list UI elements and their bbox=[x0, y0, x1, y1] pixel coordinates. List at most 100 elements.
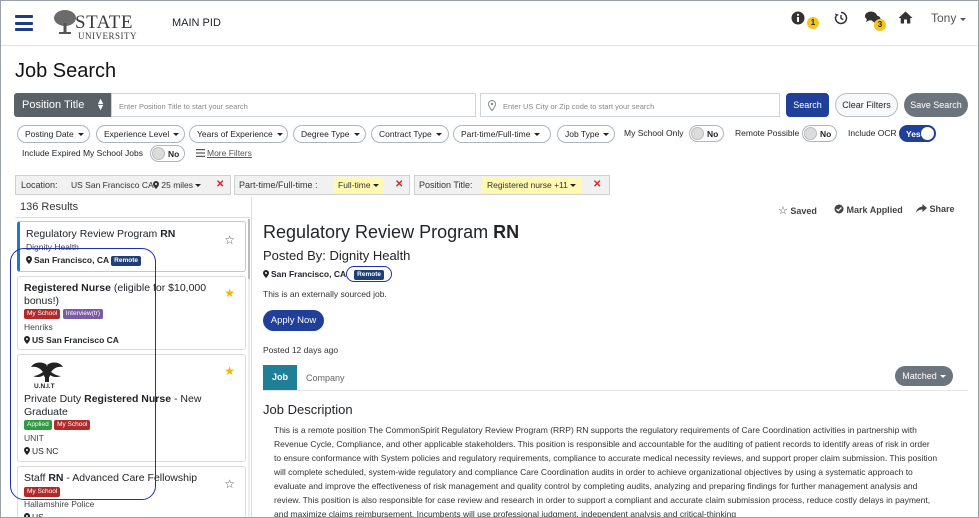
remove-location-filter-icon[interactable]: ✕ bbox=[216, 179, 224, 190]
job-card-location: US bbox=[24, 512, 44, 517]
check-circle-icon bbox=[834, 204, 844, 214]
part-full-time-label: Part-time/Full-time bbox=[461, 129, 531, 139]
unit-company-logo bbox=[31, 362, 63, 382]
hamburger-menu-icon[interactable] bbox=[15, 15, 33, 31]
job-card-company: Dignity Health bbox=[26, 242, 79, 252]
job-card-location: US San Francisco CA bbox=[24, 335, 119, 345]
location-input[interactable]: Enter US City or Zip code to start your … bbox=[480, 93, 780, 117]
home-button[interactable] bbox=[898, 11, 913, 27]
include-ocr-toggle[interactable]: Yes bbox=[899, 125, 936, 142]
posting-date-filter[interactable]: Posting Date bbox=[17, 125, 90, 143]
tab-company[interactable]: Company bbox=[306, 373, 345, 383]
radius-value: 25 miles bbox=[161, 180, 194, 190]
caret-down-icon bbox=[569, 184, 576, 187]
star-outline-icon[interactable]: ☆ bbox=[224, 233, 235, 247]
job-card-company: UNIT bbox=[24, 433, 44, 443]
job-card-title: Private Duty Registered Nurse - New Grad… bbox=[24, 393, 219, 419]
search-button[interactable]: Search bbox=[786, 93, 829, 117]
university-logo[interactable]: STATE UNIVERSITY bbox=[53, 7, 137, 41]
my-school-tag: My School bbox=[24, 487, 61, 497]
remove-position-filter-icon[interactable]: ✕ bbox=[593, 179, 601, 190]
caret-down-icon bbox=[276, 133, 283, 136]
include-expired-label: Include Expired My School Jobs bbox=[22, 148, 143, 158]
part-full-value: Full-time bbox=[338, 180, 371, 190]
contract-type-label: Contract Type bbox=[379, 129, 432, 139]
part-full-value-dropdown[interactable]: Full-time bbox=[333, 177, 384, 193]
scrollbar-thumb[interactable] bbox=[248, 219, 250, 279]
remove-part-full-filter-icon[interactable]: ✕ bbox=[395, 179, 403, 190]
mark-applied-button[interactable]: Mark Applied bbox=[834, 204, 903, 215]
results-scrollbar[interactable] bbox=[248, 219, 250, 517]
title-text: - Advanced Care Fellowship bbox=[63, 472, 198, 484]
experience-level-filter[interactable]: Experience Level bbox=[96, 125, 185, 143]
caret-down-icon bbox=[353, 133, 360, 136]
job-card-tags: My School bbox=[24, 486, 61, 497]
toggle-knob bbox=[921, 127, 934, 140]
mark-applied-label: Mark Applied bbox=[846, 205, 903, 215]
nav-title: MAIN PID bbox=[172, 17, 221, 29]
degree-type-filter[interactable]: Degree Type bbox=[293, 125, 366, 143]
include-ocr-label: Include OCR bbox=[848, 128, 897, 138]
share-button[interactable]: Share bbox=[916, 204, 955, 214]
contract-type-filter[interactable]: Contract Type bbox=[371, 125, 449, 143]
detail-divider bbox=[251, 197, 252, 517]
posted-ago: Posted 12 days ago bbox=[263, 345, 339, 355]
clear-filters-button[interactable]: Clear Filters bbox=[835, 93, 898, 117]
filter-lines-icon bbox=[196, 149, 205, 157]
position-value-dropdown[interactable]: Registered nurse +11 bbox=[482, 177, 581, 193]
position-title-label: Position Title bbox=[22, 99, 85, 111]
job-card-location: San Francisco, CA Remote bbox=[26, 255, 142, 266]
applied-tag: Applied bbox=[24, 420, 52, 430]
position-title-dropdown[interactable]: Position Title ▲ ▼ bbox=[14, 93, 111, 117]
active-location-value: US San Francisco CA bbox=[71, 180, 154, 190]
caret-down-icon bbox=[435, 133, 442, 136]
radius-dropdown[interactable]: 25 miles bbox=[153, 180, 202, 190]
caret-down-icon bbox=[173, 133, 180, 136]
map-pin-icon bbox=[488, 100, 496, 111]
posting-date-label: Posting Date bbox=[25, 129, 74, 139]
part-full-time-filter[interactable]: Part-time/Full-time bbox=[453, 125, 551, 143]
saved-button[interactable]: ☆ Saved bbox=[778, 204, 817, 217]
star-filled-icon[interactable]: ★ bbox=[224, 364, 235, 378]
info-button[interactable]: 1 bbox=[791, 11, 819, 29]
position-title-input[interactable]: Enter Position Title to start your searc… bbox=[111, 93, 476, 117]
user-menu[interactable]: Tony bbox=[931, 11, 967, 25]
job-card-2[interactable]: Registered Nurse (eligible for $10,000 b… bbox=[17, 276, 246, 350]
posted-by: Posted By: Dignity Health bbox=[263, 248, 411, 263]
active-filter-location: Location: US San Francisco CA 25 miles ✕ bbox=[15, 175, 231, 195]
sort-arrows-icon: ▲ ▼ bbox=[96, 96, 105, 112]
job-card-3[interactable]: U.N.I.T Private Duty Registered Nurse - … bbox=[17, 354, 246, 462]
star-outline-icon[interactable]: ☆ bbox=[224, 477, 235, 491]
years-experience-filter[interactable]: Years of Experience bbox=[189, 125, 288, 143]
location-text: US NC bbox=[32, 446, 59, 456]
title-text: Regulatory Review Program bbox=[26, 228, 161, 240]
job-card-4[interactable]: Staff RN - Advanced Care Fellowship My S… bbox=[17, 466, 246, 517]
matched-dropdown[interactable]: Matched bbox=[895, 366, 953, 386]
job-card-title: Staff RN - Advanced Care Fellowship bbox=[24, 472, 219, 485]
map-pin-icon bbox=[24, 513, 30, 517]
toggle-knob bbox=[691, 127, 704, 140]
messages-button[interactable]: 3 bbox=[865, 11, 886, 31]
location-placeholder: Enter US City or Zip code to start your … bbox=[503, 102, 655, 111]
remote-possible-value: No bbox=[820, 129, 832, 139]
job-description-title: Job Description bbox=[263, 402, 353, 417]
toggle-knob bbox=[804, 127, 817, 140]
remote-possible-toggle[interactable]: No bbox=[802, 125, 837, 142]
job-card-1[interactable]: Regulatory Review Program RN Dignity Hea… bbox=[17, 221, 246, 272]
job-card-tags: My School Interview(tr) bbox=[24, 308, 104, 319]
interview-tag: Interview(tr) bbox=[62, 309, 104, 319]
my-school-only-label: My School Only bbox=[624, 128, 684, 138]
apply-now-button[interactable]: Apply Now bbox=[263, 310, 324, 331]
active-position-label: Position Title: bbox=[419, 180, 473, 190]
my-school-only-toggle[interactable]: No bbox=[689, 125, 724, 142]
history-button[interactable] bbox=[834, 11, 848, 28]
job-type-filter[interactable]: Job Type bbox=[557, 125, 615, 143]
save-search-button[interactable]: Save Search bbox=[904, 93, 968, 117]
share-icon bbox=[916, 204, 927, 213]
annotation-highlight bbox=[346, 266, 392, 282]
include-expired-toggle[interactable]: No bbox=[150, 145, 185, 162]
title-text: Private Duty bbox=[24, 393, 85, 405]
tab-job[interactable]: Job bbox=[263, 365, 297, 390]
star-filled-icon[interactable]: ★ bbox=[224, 286, 235, 300]
more-filters-link[interactable]: More Filters bbox=[207, 148, 252, 158]
